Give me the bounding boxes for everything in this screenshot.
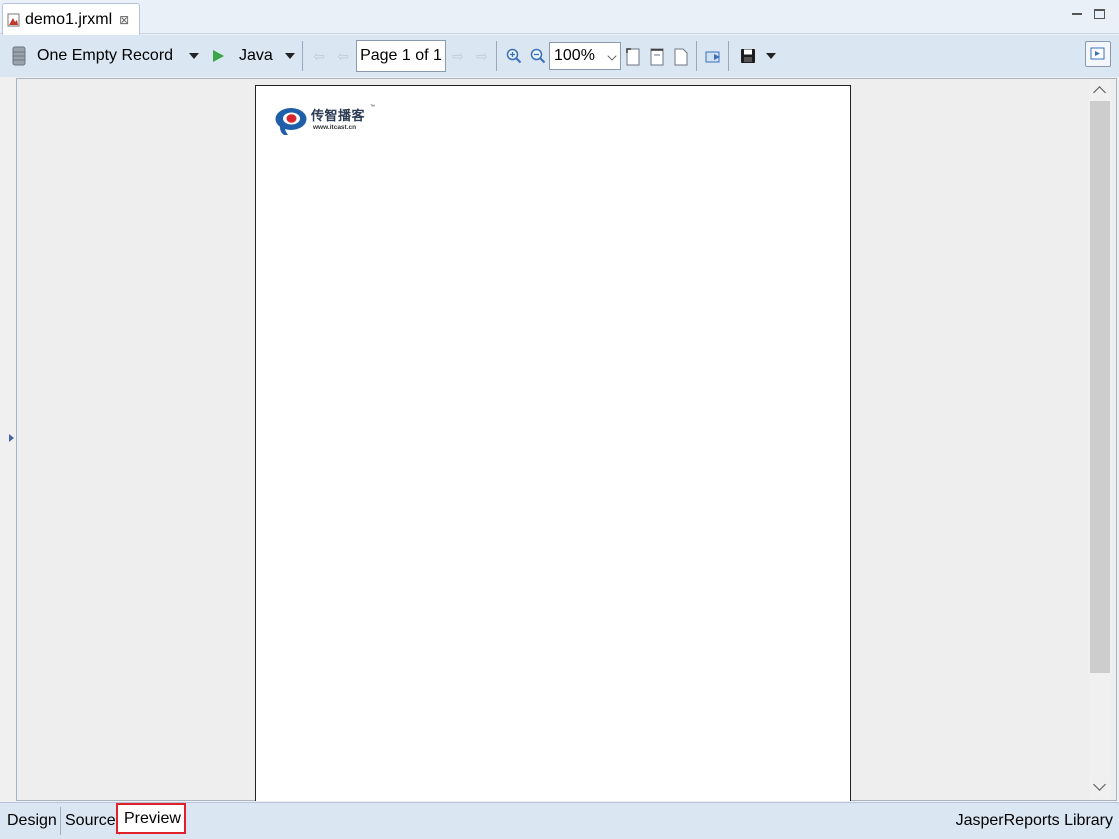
report-page: 传智播客 ™ www.itcast.cn bbox=[255, 85, 851, 801]
collapse-panel-icon[interactable] bbox=[1085, 41, 1111, 67]
chevron-down-icon[interactable] bbox=[766, 53, 776, 59]
scroll-down-icon[interactable] bbox=[1089, 777, 1111, 799]
data-adapter-selector[interactable]: One Empty Record bbox=[37, 45, 173, 67]
logo-chinese-name: 传智播客 bbox=[311, 109, 366, 124]
fit-page-icon[interactable] bbox=[624, 47, 642, 67]
toolbar-separator bbox=[496, 41, 497, 71]
editor-mode-tabs: Design Source Preview JasperReports Libr… bbox=[0, 802, 1119, 839]
maximize-icon[interactable] bbox=[1094, 9, 1105, 19]
editor-tab-title: demo1.jrxml bbox=[25, 10, 113, 28]
close-icon[interactable]: ⊠ bbox=[119, 13, 129, 27]
scroll-thumb[interactable] bbox=[1090, 101, 1110, 673]
preview-toolbar: One Empty Record Java ⇦ ⇦ Page 1 of 1 ⇨ … bbox=[0, 35, 1119, 77]
logo-mark-icon bbox=[275, 108, 307, 135]
minimize-icon[interactable] bbox=[1071, 8, 1083, 20]
save-icon[interactable] bbox=[739, 47, 757, 65]
scroll-up-icon[interactable] bbox=[1089, 79, 1111, 101]
actual-size-icon[interactable] bbox=[672, 47, 690, 67]
database-icon[interactable] bbox=[10, 45, 28, 67]
vertical-scrollbar[interactable] bbox=[1089, 79, 1111, 799]
editor-tab-demo1[interactable]: demo1.jrxml ⊠ bbox=[2, 3, 140, 35]
editor-tab-strip: demo1.jrxml ⊠ bbox=[0, 0, 1119, 35]
library-selector[interactable]: JasperReports Library bbox=[956, 807, 1113, 835]
tab-source[interactable]: Source bbox=[62, 807, 120, 835]
toolbar-separator bbox=[302, 41, 303, 71]
chevron-down-icon[interactable] bbox=[285, 53, 295, 59]
zoom-level-value: 100% bbox=[554, 47, 595, 64]
next-page-arrow-icon[interactable]: ⇨ bbox=[450, 46, 466, 66]
zoom-level-select[interactable]: 100% bbox=[549, 42, 621, 70]
expand-side-panel-icon[interactable] bbox=[9, 434, 14, 442]
chevron-down-icon[interactable] bbox=[189, 53, 199, 59]
tab-preview[interactable]: Preview bbox=[116, 803, 186, 834]
fit-width-icon[interactable] bbox=[648, 47, 666, 67]
page-indicator: Page 1 of 1 bbox=[356, 40, 446, 72]
last-page-arrow-icon[interactable]: ⇨ bbox=[474, 46, 490, 66]
zoom-out-icon[interactable] bbox=[529, 47, 547, 65]
export-icon[interactable] bbox=[704, 47, 722, 65]
prev-page-arrow-icon[interactable]: ⇦ bbox=[335, 46, 351, 66]
chevron-down-icon bbox=[607, 51, 617, 61]
company-logo: 传智播客 ™ www.itcast.cn bbox=[274, 103, 384, 137]
toolbar-separator bbox=[728, 41, 729, 71]
first-page-arrow-icon[interactable]: ⇦ bbox=[311, 46, 327, 66]
zoom-in-icon[interactable] bbox=[505, 47, 523, 65]
logo-trademark: ™ bbox=[370, 104, 375, 110]
tab-design[interactable]: Design bbox=[4, 807, 61, 835]
language-selector[interactable]: Java bbox=[239, 45, 273, 67]
jrxml-file-icon bbox=[7, 13, 21, 27]
play-icon[interactable] bbox=[210, 48, 226, 64]
toolbar-separator bbox=[696, 41, 697, 71]
logo-url: www.itcast.cn bbox=[313, 124, 357, 131]
